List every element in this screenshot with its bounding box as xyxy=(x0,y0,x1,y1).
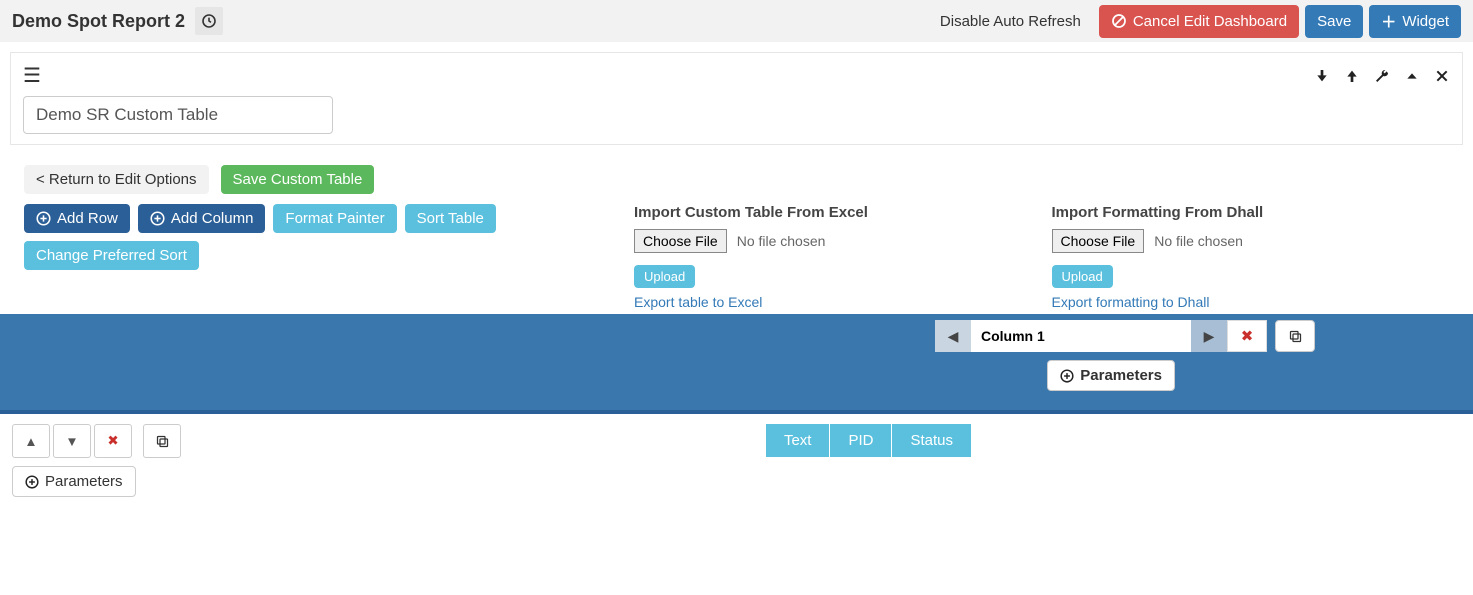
widget-panel: ☰ xyxy=(10,52,1463,145)
row-move-down-button[interactable]: ▼ xyxy=(53,424,91,458)
copy-column-button[interactable] xyxy=(1275,320,1315,352)
move-up-icon[interactable] xyxy=(1344,68,1360,84)
plus-circle-icon xyxy=(36,211,51,226)
delete-column-button[interactable]: ✖ xyxy=(1227,320,1267,352)
return-button[interactable]: < Return to Edit Options xyxy=(24,165,209,194)
save-custom-table-button[interactable]: Save Custom Table xyxy=(221,165,375,194)
row-parameters-label: Parameters xyxy=(45,473,123,490)
import-excel-label: Import Custom Table From Excel xyxy=(634,204,1032,221)
cancel-edit-label: Cancel Edit Dashboard xyxy=(1133,13,1287,30)
column-header-bar: ◀ ▶ ✖ Parameters xyxy=(0,314,1473,414)
hamburger-icon[interactable]: ☰ xyxy=(23,63,41,88)
import-dhall-label: Import Formatting From Dhall xyxy=(1052,204,1450,221)
sort-table-button[interactable]: Sort Table xyxy=(405,204,496,233)
page-title: Demo Spot Report 2 xyxy=(12,11,185,32)
x-icon: ✖ xyxy=(1241,327,1254,345)
delete-row-button[interactable]: ✖ xyxy=(94,424,132,458)
next-column-button[interactable]: ▶ xyxy=(1191,320,1227,352)
add-column-button[interactable]: Add Column xyxy=(138,204,266,233)
history-button[interactable] xyxy=(195,7,223,35)
choose-file-dhall-button[interactable]: Choose File xyxy=(1052,229,1145,253)
upload-dhall-button[interactable]: Upload xyxy=(1052,265,1113,288)
add-row-label: Add Row xyxy=(57,210,118,227)
plus-icon: ＋ xyxy=(1381,11,1396,32)
tab-status[interactable]: Status xyxy=(892,424,971,457)
widget-name-input[interactable] xyxy=(23,96,333,134)
plus-circle-icon xyxy=(150,211,165,226)
close-icon[interactable] xyxy=(1434,68,1450,84)
no-file-dhall-text: No file chosen xyxy=(1154,233,1243,249)
export-excel-link[interactable]: Export table to Excel xyxy=(634,294,762,310)
tab-text[interactable]: Text xyxy=(766,424,830,457)
plus-circle-icon xyxy=(25,475,39,489)
copy-icon xyxy=(1288,329,1303,344)
add-widget-button[interactable]: ＋ Widget xyxy=(1369,5,1461,38)
copy-icon xyxy=(155,434,170,449)
cancel-icon xyxy=(1111,13,1127,29)
no-file-excel-text: No file chosen xyxy=(737,233,826,249)
top-bar: Demo Spot Report 2 Disable Auto Refresh … xyxy=(0,0,1473,42)
row-parameters-button[interactable]: Parameters xyxy=(12,466,136,497)
export-dhall-link[interactable]: Export formatting to Dhall xyxy=(1052,294,1210,310)
wrench-icon[interactable] xyxy=(1374,68,1390,84)
arrow-right-icon: ▶ xyxy=(1204,328,1215,345)
disable-auto-refresh-button[interactable]: Disable Auto Refresh xyxy=(928,5,1093,38)
tab-pid[interactable]: PID xyxy=(830,424,891,457)
prev-column-button[interactable]: ◀ xyxy=(935,320,971,352)
widget-label: Widget xyxy=(1402,13,1449,30)
save-button[interactable]: Save xyxy=(1305,5,1363,38)
add-row-button[interactable]: Add Row xyxy=(24,204,130,233)
caret-up-icon: ▲ xyxy=(24,434,37,449)
move-down-icon[interactable] xyxy=(1314,68,1330,84)
choose-file-excel-button[interactable]: Choose File xyxy=(634,229,727,253)
upload-excel-button[interactable]: Upload xyxy=(634,265,695,288)
collapse-icon[interactable] xyxy=(1404,68,1420,84)
x-icon: ✖ xyxy=(107,433,118,449)
history-icon xyxy=(201,13,217,29)
add-column-label: Add Column xyxy=(171,210,254,227)
plus-circle-icon xyxy=(1060,369,1074,383)
change-preferred-sort-button[interactable]: Change Preferred Sort xyxy=(24,241,199,270)
row-move-up-button[interactable]: ▲ xyxy=(12,424,50,458)
column-parameters-label: Parameters xyxy=(1080,367,1162,384)
cancel-edit-dashboard-button[interactable]: Cancel Edit Dashboard xyxy=(1099,5,1299,38)
arrow-left-icon: ◀ xyxy=(948,328,959,345)
format-painter-button[interactable]: Format Painter xyxy=(273,204,396,233)
caret-down-icon: ▼ xyxy=(65,434,78,449)
column-parameters-button[interactable]: Parameters xyxy=(1047,360,1175,391)
column-name-input[interactable] xyxy=(971,320,1191,352)
copy-row-button[interactable] xyxy=(143,424,181,458)
